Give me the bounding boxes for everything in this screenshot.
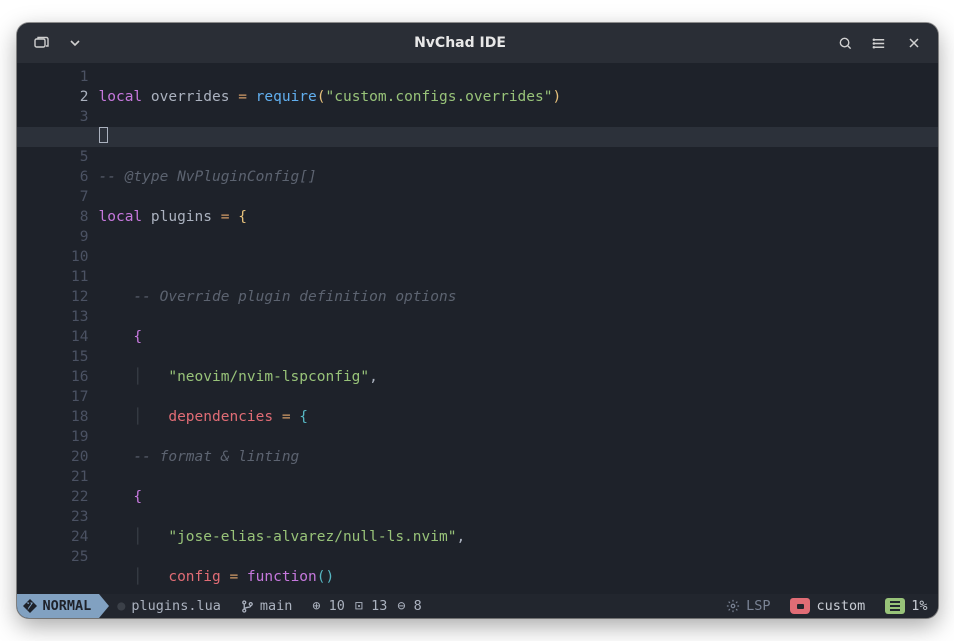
- line-number: 6: [17, 167, 89, 187]
- line-number: 25: [17, 547, 89, 567]
- window-title: NvChad IDE: [95, 35, 826, 51]
- titlebar-left: [25, 29, 91, 57]
- git-modified: 13: [371, 598, 387, 614]
- menu-button[interactable]: [864, 29, 896, 57]
- gear-icon: [726, 599, 740, 613]
- editor-area[interactable]: 1234567891011121314151617181920212223242…: [17, 63, 938, 594]
- code-content: local overrides = require("custom.config…: [99, 63, 938, 594]
- mode-indicator: NORMAL: [17, 594, 100, 618]
- line-number: 24: [17, 527, 89, 547]
- line-number: 20: [17, 447, 89, 467]
- line-number: 17: [17, 387, 89, 407]
- position-icon: [885, 598, 905, 614]
- statusbar: NORMAL ● plugins.lua main ⊕ 10 ⊡ 13 ⊖ 8 …: [17, 594, 938, 618]
- editor-window: NvChad IDE 12345678910111213141516171819…: [17, 23, 938, 618]
- line-number: 12: [17, 287, 89, 307]
- lsp-segment: LSP: [716, 594, 780, 618]
- branch-icon: [241, 600, 254, 613]
- new-tab-button[interactable]: [25, 29, 57, 57]
- line-number: 19: [17, 427, 89, 447]
- line-number: 8: [17, 207, 89, 227]
- current-line: [99, 127, 938, 147]
- line-number: 5: [17, 147, 89, 167]
- filename-segment: ● plugins.lua: [109, 594, 231, 618]
- search-button[interactable]: [830, 29, 862, 57]
- line-number: 9: [17, 227, 89, 247]
- folder-name: custom: [816, 598, 865, 614]
- git-diff-segment: ⊕ 10 ⊡ 13 ⊖ 8: [302, 594, 431, 618]
- line-number: 18: [17, 407, 89, 427]
- line-number: 13: [17, 307, 89, 327]
- line-number: 2: [17, 87, 89, 107]
- git-removed-icon: ⊖: [397, 598, 413, 614]
- git-added: 10: [329, 598, 345, 614]
- filename: plugins.lua: [131, 598, 220, 614]
- lsp-label: LSP: [746, 598, 770, 614]
- line-number: 10: [17, 247, 89, 267]
- folder-icon: [790, 598, 810, 614]
- folder-segment: custom: [780, 594, 875, 618]
- titlebar-right: [830, 29, 930, 57]
- branch-name: main: [260, 598, 293, 614]
- separator-icon: [99, 594, 109, 618]
- line-number: 11: [17, 267, 89, 287]
- cursor: [99, 127, 108, 143]
- close-button[interactable]: [898, 29, 930, 57]
- line-number: 16: [17, 367, 89, 387]
- line-number: 23: [17, 507, 89, 527]
- git-branch-segment: main: [231, 594, 303, 618]
- position-segment: 1%: [875, 594, 937, 618]
- position-percent: 1%: [911, 598, 927, 614]
- line-number: 21: [17, 467, 89, 487]
- git-modified-icon: ⊡: [355, 598, 371, 614]
- dropdown-button[interactable]: [59, 29, 91, 57]
- mode-text: NORMAL: [43, 598, 92, 614]
- line-number: 22: [17, 487, 89, 507]
- line-number: 3: [17, 107, 89, 127]
- titlebar: NvChad IDE: [17, 23, 938, 63]
- git-removed: 8: [414, 598, 422, 614]
- line-number: 15: [17, 347, 89, 367]
- vim-icon: [23, 599, 37, 613]
- line-number: 1: [17, 67, 89, 87]
- file-icon: ●: [117, 598, 125, 614]
- line-number: 7: [17, 187, 89, 207]
- git-added-icon: ⊕: [312, 598, 328, 614]
- line-number: 14: [17, 327, 89, 347]
